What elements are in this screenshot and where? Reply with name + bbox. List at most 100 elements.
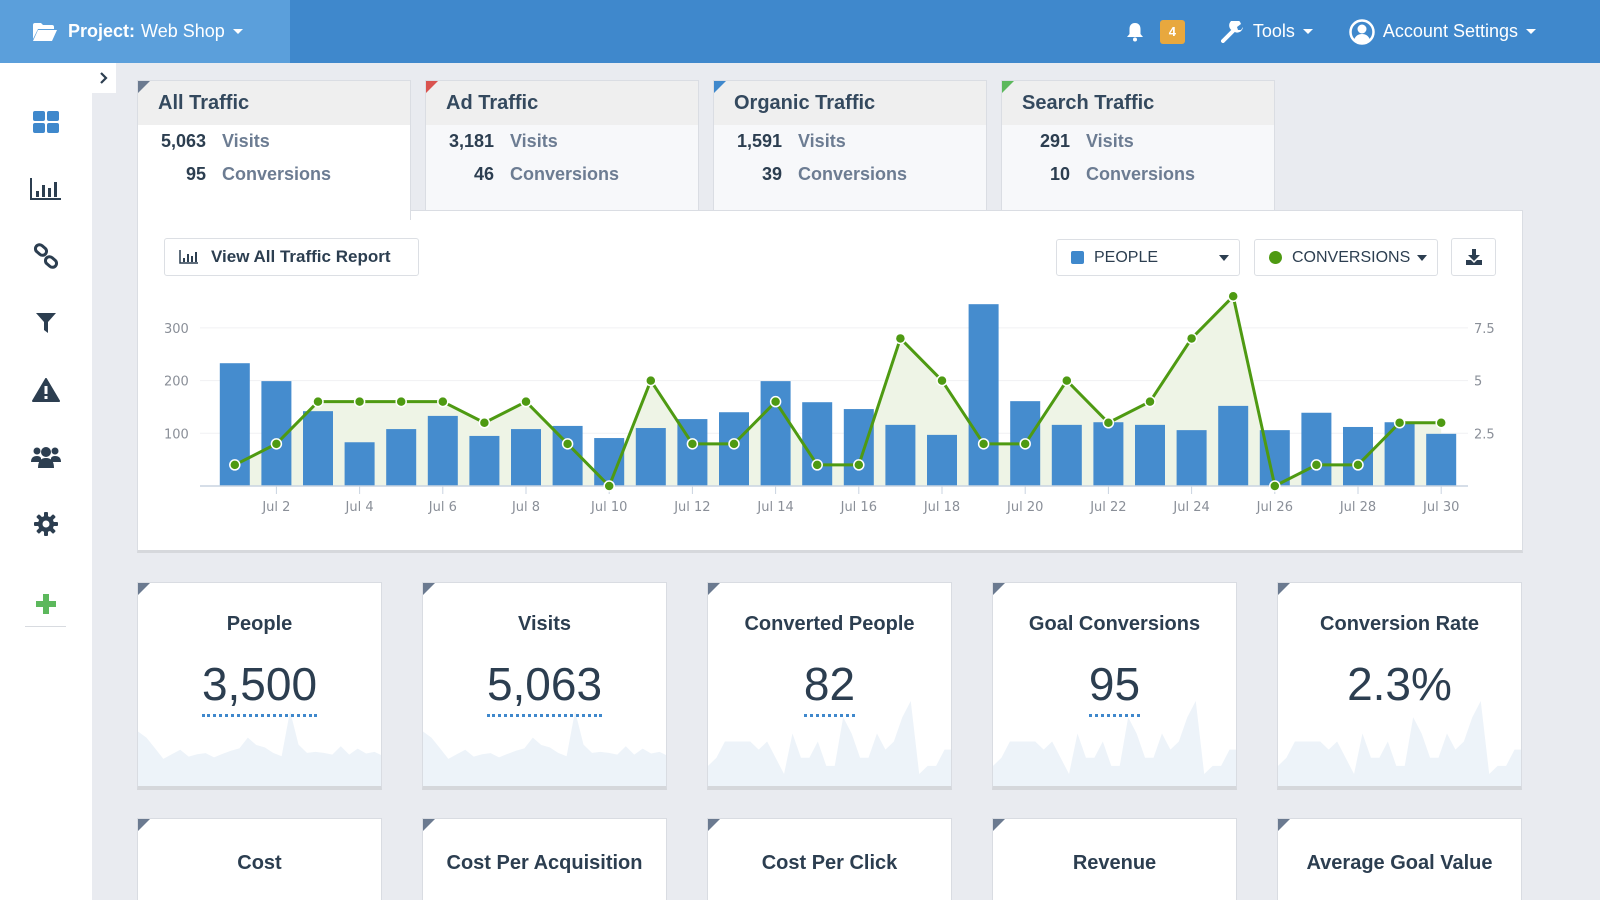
conversions-point [1019, 438, 1031, 450]
metric-card-cost-per-acquisition[interactable]: Cost Per Acquisition [422, 818, 667, 900]
metric-value[interactable]: 82 [803, 658, 856, 717]
sidebar-toggle-button[interactable] [92, 63, 116, 93]
people-bar [1176, 430, 1207, 486]
y-left-tick-label: 200 [164, 375, 189, 390]
right-metric-label: CONVERSIONS [1292, 248, 1411, 266]
tab-search-traffic[interactable]: Search Traffic 291 Visits 10 Conversions [1001, 80, 1275, 211]
conversions-point [561, 438, 574, 450]
visits-count: 5,063 [160, 131, 206, 151]
conversions-point [603, 480, 615, 492]
sidebar-item-alerts[interactable] [30, 374, 62, 406]
account-settings-menu[interactable]: Account Settings [1349, 18, 1536, 45]
conversions-point [1227, 290, 1239, 303]
metric-card-people[interactable]: People 3,500 [137, 582, 382, 790]
conversions-point [686, 438, 699, 450]
x-tick-label: Jul 24 [1172, 500, 1209, 515]
download-button[interactable] [1451, 238, 1496, 276]
metric-card-average-goal-value[interactable]: Average Goal Value [1277, 818, 1522, 900]
sidebar-item-links[interactable] [30, 240, 62, 272]
metric-title: Cost Per Click [761, 852, 898, 874]
y-left-tick-label: 300 [164, 322, 189, 337]
conversions-point [1185, 332, 1198, 345]
x-tick-label: Jul 4 [345, 500, 374, 515]
metric-card-cost[interactable]: Cost [137, 818, 382, 900]
notifications-button[interactable]: 4 [1126, 19, 1185, 44]
warning-icon [32, 378, 60, 402]
tab-all-traffic[interactable]: All Traffic 5,063 Visits 95 Conversions [137, 80, 411, 220]
metric-card-cost-per-click[interactable]: Cost Per Click [707, 818, 952, 900]
tab-title: Ad Traffic [426, 81, 698, 125]
bar-chart-icon [179, 250, 198, 264]
y-left-tick-label: 100 [164, 427, 189, 442]
bell-icon [1126, 22, 1143, 41]
project-name: Web Shop [141, 21, 225, 41]
y-right-tick-label: 7.5 [1474, 322, 1495, 337]
left-metric-select[interactable]: PEOPLE [1056, 239, 1240, 276]
metric-title: Cost Per Acquisition [446, 852, 643, 874]
sidebar-item-dashboard[interactable] [30, 106, 62, 138]
metric-title: Cost [237, 852, 282, 874]
visits-label: Visits [798, 131, 846, 151]
conversions-count: 95 [185, 164, 206, 184]
metric-title: Conversion Rate [1320, 613, 1479, 635]
x-tick-label: Jul 10 [590, 500, 627, 515]
y-right-tick-label: 5 [1474, 375, 1482, 390]
chevron-right-icon [100, 72, 108, 84]
x-tick-label: Jul 30 [1422, 500, 1459, 515]
card-corner-marker [1278, 583, 1290, 595]
conversions-count: 39 [761, 164, 782, 184]
people-bar [427, 415, 458, 486]
link-icon [33, 243, 59, 269]
metric-value[interactable]: 3,500 [201, 658, 318, 717]
filter-icon [36, 313, 56, 333]
conversions-point [1393, 417, 1406, 429]
conversions-label: Conversions [798, 164, 908, 184]
visits-label: Visits [1086, 131, 1134, 151]
metric-card-converted-people[interactable]: Converted People 82 [707, 582, 952, 790]
view-traffic-report-button[interactable]: View All Traffic Report [164, 238, 419, 276]
card-corner-marker [1278, 819, 1290, 831]
folder-open-icon [33, 22, 57, 41]
sidebar-item-funnels[interactable] [30, 307, 62, 339]
metric-card-goal-conversions[interactable]: Goal Conversions 95 [992, 582, 1237, 790]
sparkline-area [423, 711, 666, 786]
sidebar-item-audiences[interactable] [30, 441, 62, 473]
card-corner-marker [708, 583, 720, 595]
visits-count: 291 [1039, 131, 1070, 151]
people-bar [885, 424, 916, 486]
user-circle-icon [1349, 18, 1375, 45]
x-tick-label: Jul 6 [428, 500, 457, 515]
metric-card-conversion-rate[interactable]: Conversion Rate 2.3% [1277, 582, 1522, 790]
conversions-point [312, 395, 324, 408]
conversions-point [1310, 459, 1323, 471]
tools-menu[interactable]: Tools [1220, 20, 1313, 43]
x-tick-label: Jul 20 [1006, 500, 1043, 515]
project-selector[interactable]: Project: Web Shop [0, 0, 290, 63]
metric-title: Average Goal Value [1306, 852, 1493, 874]
visits-label: Visits [222, 131, 270, 151]
card-corner-marker [423, 583, 435, 595]
visits-count: 1,591 [736, 131, 782, 151]
sidebar-item-add[interactable] [30, 588, 62, 620]
conversions-point [229, 459, 241, 471]
people-bar [1301, 412, 1332, 486]
sidebar-item-settings[interactable] [30, 508, 62, 540]
metric-value[interactable]: 5,063 [486, 658, 603, 717]
metric-card-revenue[interactable]: Revenue [992, 818, 1237, 900]
conversions-point [395, 395, 407, 408]
users-icon [31, 447, 61, 468]
left-metric-label: PEOPLE [1094, 248, 1159, 266]
x-tick-label: Jul 26 [1256, 500, 1293, 515]
tab-organic-traffic[interactable]: Organic Traffic 1,591 Visits 39 Conversion… [713, 80, 987, 211]
conversions-point [437, 395, 449, 408]
chevron-down-icon [232, 29, 243, 34]
card-corner-marker [423, 819, 435, 831]
sidebar-item-reports[interactable] [30, 173, 62, 205]
tab-ad-traffic[interactable]: Ad Traffic 3,181 Visits 46 Conversions [425, 80, 699, 211]
wrench-icon [1220, 20, 1243, 43]
metric-value[interactable]: 95 [1088, 658, 1141, 717]
metric-card-visits[interactable]: Visits 5,063 [422, 582, 667, 790]
metric-title: Visits [518, 613, 571, 635]
chevron-down-icon [1302, 29, 1313, 34]
right-metric-select[interactable]: CONVERSIONS [1254, 239, 1438, 276]
